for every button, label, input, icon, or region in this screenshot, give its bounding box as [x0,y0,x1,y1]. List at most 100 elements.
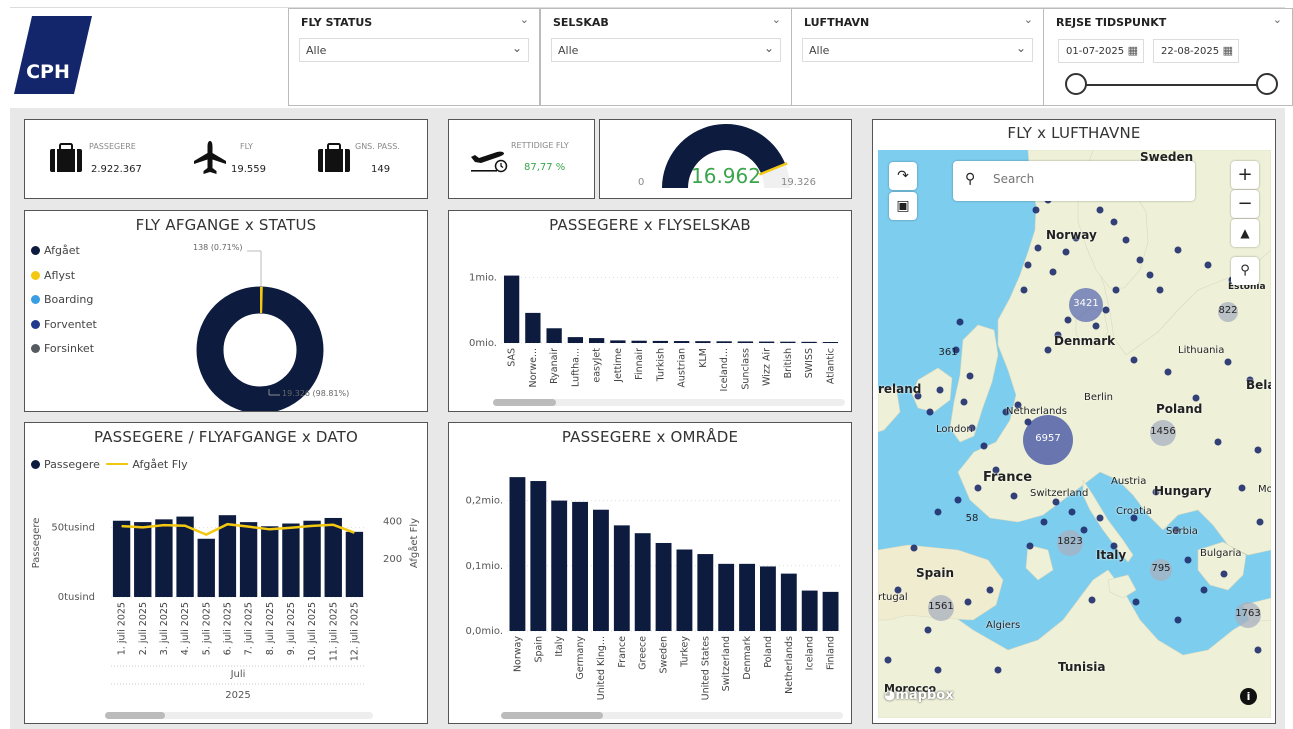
bar[interactable] [634,533,651,631]
start-date-value: 01-07-2025 [1066,46,1125,57]
scrollbar-thumb[interactable] [105,712,165,719]
donut-slice-afgaaet[interactable] [196,286,324,411]
bar[interactable] [503,275,520,343]
map-reset-icon[interactable]: ↷ [889,162,917,190]
bar[interactable] [737,341,754,343]
bar[interactable] [631,340,647,343]
bar[interactable] [112,520,131,597]
bar[interactable] [739,563,755,631]
x-tick-label: 3. juli 2025 [159,602,170,655]
selskab-dropdown[interactable]: Alle ⌄ [551,38,781,62]
bar[interactable] [261,526,279,597]
map-view[interactable]: SwedenNorwayDenmarkEstoniaLithuaniaBelar… [878,150,1271,718]
map-cluster[interactable]: 822 [1208,305,1248,316]
bar[interactable] [801,590,818,631]
bar[interactable] [697,554,714,631]
chevron-down-icon[interactable]: ⌄ [1273,13,1282,26]
bar[interactable] [567,337,584,343]
gauge-min-label: 0 [638,177,645,188]
bar[interactable] [546,328,562,343]
map-cluster[interactable]: 1456 [1143,426,1183,437]
map-label: Algiers [986,620,1021,631]
bar[interactable] [509,477,526,631]
compass-icon[interactable]: ▲ [1231,219,1259,247]
bar[interactable] [303,520,321,597]
end-date-value: 22-08-2025 [1161,46,1220,57]
end-date-input[interactable]: 22-08-2025 ▦ [1153,39,1239,63]
bar[interactable] [758,341,775,343]
map-cluster[interactable]: 3421 [1066,298,1106,309]
bar[interactable] [551,500,568,631]
map-search-box[interactable]: ⚲ [953,161,1195,201]
map-cluster[interactable]: 1823 [1050,536,1090,547]
bar[interactable] [134,522,152,597]
slicer-rejse-tidspunkt[interactable]: REJSE TIDSPUNKT ⌄ 01-07-2025 ▦ 22-08-202… [1043,8,1293,106]
bar[interactable] [801,341,817,343]
bar[interactable] [572,501,588,631]
bar[interactable] [695,341,711,343]
scrollbar-thumb[interactable] [501,712,603,719]
bar[interactable] [760,566,776,631]
map-label: reland [878,382,922,396]
x-tick-label: Switzerland [721,636,732,691]
fly-status-dropdown[interactable]: Alle ⌄ [299,38,529,62]
bar[interactable] [673,341,690,343]
calendar-icon[interactable]: ▦ [1128,44,1138,57]
info-icon[interactable]: i [1240,688,1257,705]
bar[interactable] [239,522,258,597]
chevron-down-icon[interactable]: ⌄ [772,13,781,26]
chevron-down-icon[interactable]: ⌄ [520,13,529,26]
horizontal-scrollbar[interactable] [493,399,845,406]
mapbox-attribution[interactable]: ◕mapbox [884,688,954,703]
bar[interactable] [593,509,609,631]
map-cluster[interactable]: 795 [1141,563,1181,574]
map-cluster[interactable]: 361 [928,347,968,358]
bar[interactable] [197,538,215,597]
bar[interactable] [718,563,735,631]
bar[interactable] [588,338,605,343]
scrollbar-thumb[interactable] [493,399,556,406]
bar[interactable] [780,341,796,343]
zoom-in-icon[interactable]: + [1231,161,1259,189]
bar[interactable] [282,523,300,597]
bar[interactable] [676,549,693,632]
bar[interactable] [822,342,839,343]
date-range-start-handle[interactable] [1065,73,1087,95]
zoom-out-icon[interactable]: − [1231,190,1259,218]
kpi-label: FLY [240,142,253,151]
start-date-input[interactable]: 01-07-2025 ▦ [1058,39,1144,63]
bar[interactable] [345,531,364,597]
bar[interactable] [610,340,626,343]
map-cluster[interactable]: 1561 [921,601,961,612]
bar[interactable] [822,591,839,631]
horizontal-scrollbar[interactable] [501,712,843,719]
date-range-end-handle[interactable] [1256,73,1278,95]
calendar-icon[interactable]: ▦ [1223,44,1233,57]
map-cluster[interactable]: 1763 [1228,608,1268,619]
map-select-icon[interactable]: ▣ [889,192,917,220]
kpi-value: 19.559 [231,164,266,175]
bar[interactable] [530,481,547,631]
bar[interactable] [655,542,672,631]
chevron-down-icon[interactable]: ⌄ [1024,13,1033,26]
map-cluster[interactable]: 6957 [1028,433,1068,444]
x-tick-label: easyJet [592,348,603,383]
map-cluster[interactable]: 58 [952,513,992,524]
bar[interactable] [324,517,342,597]
bar[interactable] [155,519,173,597]
map-label: Netherlands [1006,406,1067,417]
slicer-selskab[interactable]: SELSKAB ⌄ Alle ⌄ [540,8,792,106]
bar[interactable] [613,525,630,631]
bar[interactable] [716,341,732,343]
map-search-input[interactable] [991,171,1185,187]
bar[interactable] [525,312,541,343]
zoom-to-fit-icon[interactable]: ⚲ [1231,257,1259,285]
horizontal-scrollbar[interactable] [105,712,373,719]
lufthavn-dropdown[interactable]: Alle ⌄ [802,38,1033,62]
slicer-fly-status[interactable]: FLY STATUS ⌄ Alle ⌄ [288,8,540,106]
bar[interactable] [780,573,797,631]
date-range-track[interactable] [1077,84,1267,86]
bar[interactable] [652,340,669,343]
x-tick-label: Jettime [613,348,624,383]
slicer-lufthavn[interactable]: LUFTHAVN ⌄ Alle ⌄ [791,8,1044,106]
